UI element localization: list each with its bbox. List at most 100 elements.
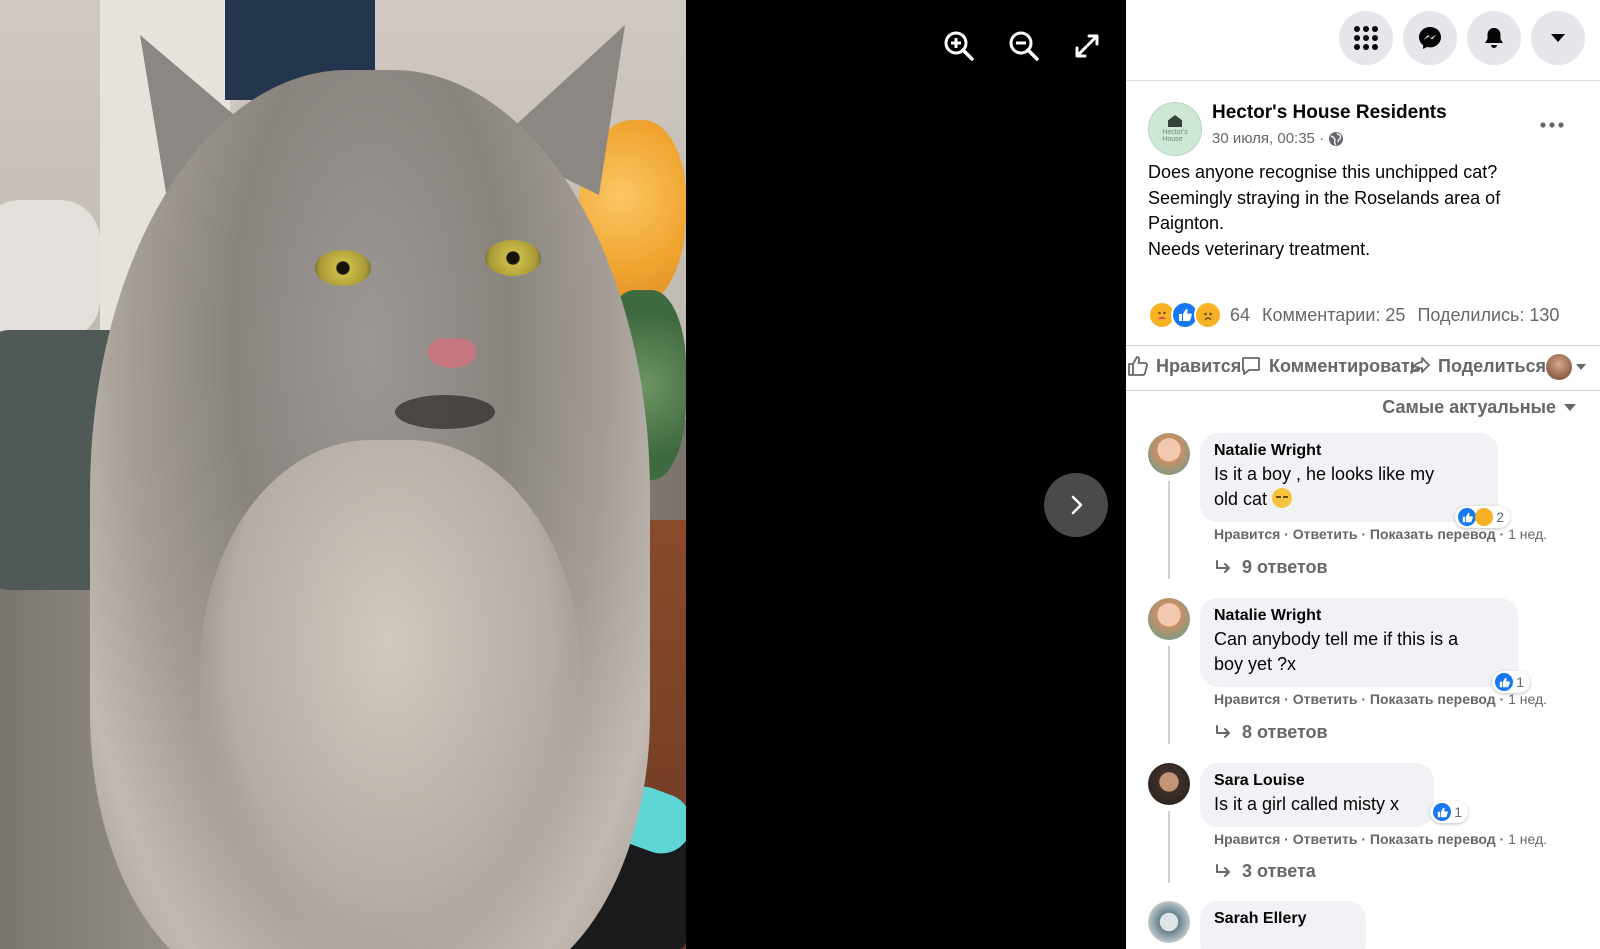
cat-eye-left xyxy=(315,250,371,286)
comment-time[interactable]: 1 нед. xyxy=(1508,526,1547,542)
comment-time[interactable]: 1 нед. xyxy=(1508,691,1547,707)
post-text-line: Does anyone recognise this unchipped cat… xyxy=(1148,162,1498,182)
comments-count[interactable]: Комментарии: 25 xyxy=(1262,305,1405,326)
avatar[interactable] xyxy=(1148,901,1190,943)
post-text-line: Seemingly straying in the Roselands area… xyxy=(1148,187,1501,208)
page-name[interactable]: Hector's House Residents xyxy=(1212,102,1447,124)
sort-label: Самые актуальные xyxy=(1382,397,1556,417)
post-panel: Hector's House Hector's House Residents 3… xyxy=(1126,81,1600,949)
comment-label: Комментировать xyxy=(1269,355,1421,376)
post-meta: 30 июля, 00:35 · xyxy=(1212,130,1344,147)
photo-pillow xyxy=(0,200,100,340)
comment-reaction-count: 2 xyxy=(1496,509,1504,525)
comment-like-link[interactable]: Нравится xyxy=(1214,831,1280,847)
comment-author[interactable]: Natalie Wright xyxy=(1214,607,1504,625)
translate-link[interactable]: Показать перевод xyxy=(1370,831,1496,847)
comment-bubble: Sarah Ellery xyxy=(1200,901,1366,949)
reply-arrow-icon xyxy=(1216,863,1230,877)
zoom-out-icon[interactable] xyxy=(1006,28,1042,64)
avatar[interactable] xyxy=(1148,433,1190,475)
photo-viewer xyxy=(0,0,1126,949)
caret-down-icon[interactable] xyxy=(1576,364,1586,370)
grid-menu-icon xyxy=(1354,26,1378,50)
comment-icon xyxy=(1242,357,1260,375)
post-options-button[interactable] xyxy=(1534,107,1570,143)
comment-author[interactable]: Sarah Ellery xyxy=(1214,910,1352,928)
share-as-avatar[interactable] xyxy=(1546,354,1572,380)
comment: Natalie Wright Can anybody tell me if th… xyxy=(1148,598,1588,758)
comment-reaction-count: 1 xyxy=(1516,674,1524,690)
shares-count[interactable]: Поделились: 130 xyxy=(1417,305,1559,326)
fullscreen-icon[interactable] xyxy=(1069,28,1105,64)
comment-text: Is it a girl called misty x xyxy=(1214,792,1420,817)
share-icon xyxy=(1410,357,1430,374)
comment-text: Can anybody tell me if this is a boy yet… xyxy=(1214,627,1504,677)
like-button[interactable]: Нравится xyxy=(1126,354,1241,378)
comment-actions: Нравится · Ответить · Показать перевод ·… xyxy=(1214,831,1548,847)
avatar[interactable] xyxy=(1148,763,1190,805)
comment-author[interactable]: Sara Louise xyxy=(1214,772,1420,790)
thread-line xyxy=(1168,811,1170,883)
comment-time[interactable]: 1 нед. xyxy=(1508,831,1547,847)
comment-reply-link[interactable]: Ответить xyxy=(1293,831,1358,847)
comment-like-link[interactable]: Нравится xyxy=(1214,691,1280,707)
post-text-line: Paignton. xyxy=(1148,213,1225,233)
more-dots-icon xyxy=(1540,122,1564,128)
comment: Sara Louise Is it a girl called misty x … xyxy=(1148,763,1588,893)
comment: Natalie Wright Is it a boy , he looks li… xyxy=(1148,433,1588,593)
menu-button[interactable] xyxy=(1339,11,1393,65)
post-date[interactable]: 30 июля, 00:35 · xyxy=(1212,130,1324,147)
reaction-count[interactable]: 64 xyxy=(1230,305,1250,326)
share-label: Поделиться xyxy=(1438,355,1547,376)
view-replies-button[interactable]: 3 ответа xyxy=(1214,861,1316,882)
sad-reaction-icon xyxy=(1194,301,1222,329)
comment-sort-dropdown[interactable]: Самые актуальные xyxy=(1382,397,1576,418)
comment-like-link[interactable]: Нравится xyxy=(1214,526,1280,542)
comment-text-line: boy yet ?x xyxy=(1214,654,1297,674)
cat-chest xyxy=(200,440,580,949)
replies-count: 9 ответов xyxy=(1242,557,1328,577)
bell-icon xyxy=(1485,28,1503,48)
comment: Sarah Ellery xyxy=(1148,901,1588,949)
zoom-in-icon[interactable] xyxy=(941,28,977,64)
view-replies-button[interactable]: 8 ответов xyxy=(1214,722,1328,743)
comment-reply-link[interactable]: Ответить xyxy=(1293,526,1358,542)
reaction-icons[interactable] xyxy=(1148,301,1222,329)
next-photo-button[interactable] xyxy=(1044,473,1108,537)
chevron-right-icon xyxy=(1071,495,1083,515)
caret-down-icon xyxy=(1564,404,1576,411)
post-photo[interactable] xyxy=(0,0,686,949)
post-text: Does anyone recognise this unchipped cat… xyxy=(1148,160,1578,262)
messenger-button[interactable] xyxy=(1403,11,1457,65)
pensive-face-icon xyxy=(1272,488,1293,508)
globe-icon[interactable] xyxy=(1328,131,1344,147)
reply-arrow-icon xyxy=(1216,724,1230,738)
comment-text-line: Is it a boy , he looks like my xyxy=(1214,464,1435,484)
page-avatar[interactable]: Hector's House xyxy=(1148,102,1202,156)
account-menu-button[interactable] xyxy=(1531,11,1585,65)
page-logo-text: Hector's House xyxy=(1162,129,1188,143)
replies-count: 3 ответа xyxy=(1242,861,1316,881)
cat-eye-right xyxy=(485,240,541,276)
like-label: Нравится xyxy=(1156,355,1242,376)
comment-reactions[interactable]: 1 xyxy=(1492,671,1530,693)
comment-actions: Нравится · Ответить · Показать перевод ·… xyxy=(1214,526,1548,542)
comment-reply-link[interactable]: Ответить xyxy=(1293,691,1358,707)
view-replies-button[interactable]: 9 ответов xyxy=(1214,557,1328,578)
like-reaction-icon xyxy=(1458,508,1477,526)
comment-bubble: Natalie Wright Can anybody tell me if th… xyxy=(1200,598,1530,693)
house-logo-icon xyxy=(1168,115,1182,127)
comment-reactions[interactable]: 2 xyxy=(1455,506,1510,528)
translate-link[interactable]: Показать перевод xyxy=(1370,691,1496,707)
avatar[interactable] xyxy=(1148,598,1190,640)
share-button[interactable]: Поделиться xyxy=(1408,354,1546,378)
like-reaction-icon xyxy=(1433,803,1452,821)
comment-button[interactable]: Комментировать xyxy=(1239,354,1421,378)
comment-reactions[interactable]: 1 xyxy=(1430,801,1468,823)
comment-text-line: Is it a girl called misty x xyxy=(1214,794,1400,814)
thread-line xyxy=(1168,481,1170,579)
notifications-button[interactable] xyxy=(1467,11,1521,65)
comment-author[interactable]: Natalie Wright xyxy=(1214,442,1484,460)
translate-link[interactable]: Показать перевод xyxy=(1370,526,1496,542)
post-actions: Нравится Комментировать Поделиться xyxy=(1126,345,1600,391)
